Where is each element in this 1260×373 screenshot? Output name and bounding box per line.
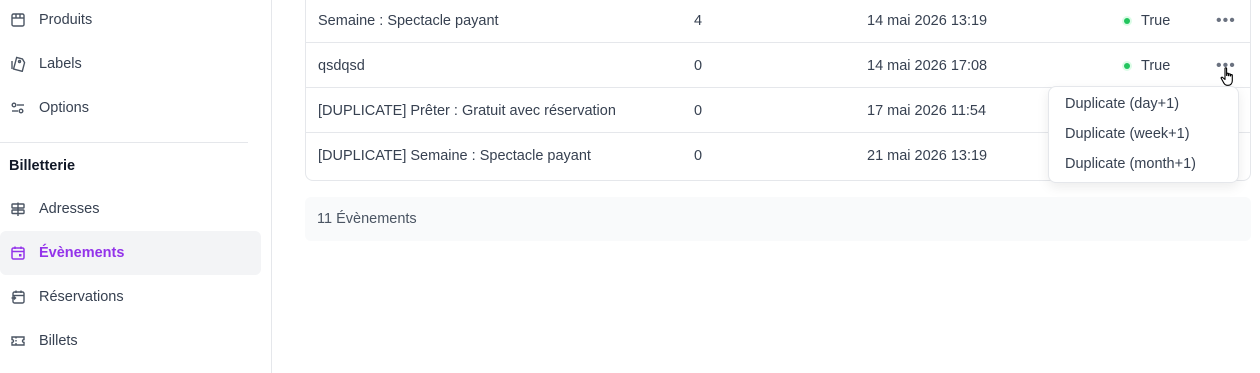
row-actions-dropdown: Duplicate (day+1) Duplicate (week+1) Dup… <box>1048 86 1239 183</box>
event-name[interactable]: Semaine : Spectacle payant <box>318 0 499 43</box>
duplicate-day-menu-item[interactable]: Duplicate (day+1) <box>1065 96 1179 112</box>
sidebar-item-labels[interactable]: Labels <box>0 42 261 86</box>
sidebar-item-label: Réservations <box>39 289 124 305</box>
duplicate-month-menu-item[interactable]: Duplicate (month+1) <box>1065 156 1196 172</box>
event-date: 17 mai 2026 11:54 <box>867 102 987 119</box>
sidebar-item-reservations[interactable]: Réservations <box>0 275 261 319</box>
duplicate-week-menu-item[interactable]: Duplicate (week+1) <box>1065 126 1190 142</box>
table-row[interactable]: qsdqsd 0 14 mai 2026 17:08 True ••• <box>306 43 1250 88</box>
status-label: True <box>1141 12 1171 29</box>
signpost-icon <box>9 200 27 218</box>
sidebar-item-label: Produits <box>39 12 93 28</box>
event-count: 4 <box>694 12 703 29</box>
options-icon <box>9 99 27 117</box>
hand-pointer-cursor-icon <box>1219 66 1239 88</box>
event-count: 0 <box>694 102 703 119</box>
event-date: 21 mai 2026 13:19 <box>867 147 988 164</box>
main-content: Semaine : Spectacle payant 4 14 mai 2026… <box>273 0 1260 373</box>
event-name[interactable]: [DUPLICATE] Prêter : Gratuit avec réserv… <box>318 88 616 133</box>
status-dot-icon <box>1124 62 1130 69</box>
sidebar-item-adresses[interactable]: Adresses <box>0 187 261 231</box>
sidebar-item-billets[interactable]: Billets <box>0 319 261 363</box>
ticket-icon <box>9 332 27 350</box>
status-label: True <box>1141 57 1171 74</box>
status-badge: True <box>1124 0 1170 43</box>
sidebar-item-label: Labels <box>39 56 82 72</box>
sidebar-item-label: Billets <box>39 333 78 349</box>
sidebar-item-label: Options <box>39 100 89 116</box>
status-dot-icon <box>1124 17 1130 24</box>
table-footer: 11 Évènements <box>305 197 1251 241</box>
sidebar-item-produits[interactable]: Produits <box>0 0 261 42</box>
sidebar-item-evenements[interactable]: Évènements <box>0 231 261 275</box>
table-row[interactable]: Semaine : Spectacle payant 4 14 mai 2026… <box>306 0 1250 43</box>
box-icon <box>9 11 27 29</box>
sidebar: Produits Labels Options Billetterie Adre… <box>0 0 272 373</box>
calendar-icon <box>9 244 27 262</box>
event-count: 0 <box>694 57 703 74</box>
sidebar-item-options[interactable]: Options <box>0 86 261 130</box>
event-name[interactable]: [DUPLICATE] Semaine : Spectacle payant <box>318 133 591 178</box>
event-date: 14 mai 2026 17:08 <box>867 57 988 74</box>
sidebar-divider <box>0 142 248 143</box>
event-date: 14 mai 2026 13:19 <box>867 12 988 29</box>
tag-icon <box>9 55 27 73</box>
event-name[interactable]: qsdqsd <box>318 43 365 88</box>
event-count: 0 <box>694 147 703 164</box>
row-actions-button[interactable]: ••• <box>1216 0 1236 43</box>
events-count-label: 11 Évènements <box>317 211 417 227</box>
sidebar-item-label: Évènements <box>39 245 125 261</box>
sidebar-item-label: Adresses <box>39 201 100 217</box>
status-badge: True <box>1124 43 1170 88</box>
reservation-icon <box>9 288 27 306</box>
sidebar-section-title: Billetterie <box>9 158 76 174</box>
